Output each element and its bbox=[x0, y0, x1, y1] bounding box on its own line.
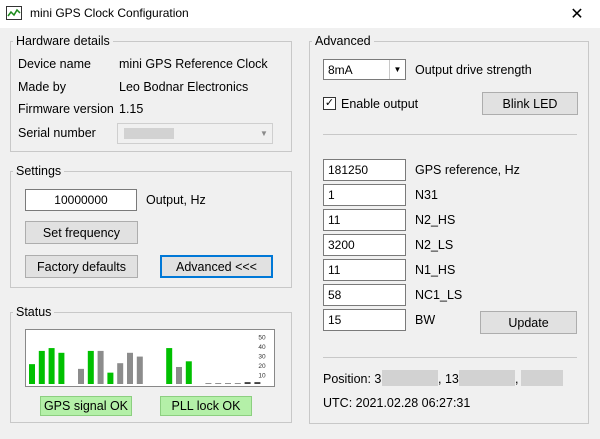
made-by-label: Made by bbox=[18, 80, 66, 94]
signal-bar bbox=[117, 363, 124, 384]
utc-time: UTC: 2021.02.28 06:27:31 bbox=[323, 396, 471, 410]
output-hz-label: Output, Hz bbox=[146, 193, 206, 207]
signal-bar bbox=[176, 366, 182, 384]
separator bbox=[323, 134, 577, 135]
made-by-value: Leo Bodnar Electronics bbox=[119, 80, 249, 94]
device-name-label: Device name bbox=[18, 57, 91, 71]
signal-bar bbox=[38, 350, 45, 384]
y-tick-label: 20 bbox=[258, 363, 266, 370]
param-input[interactable]: 15 bbox=[323, 309, 406, 331]
position-separator-2: , bbox=[515, 372, 519, 386]
param-label: GPS reference, Hz bbox=[415, 163, 520, 177]
signal-bar bbox=[254, 382, 261, 384]
set-frequency-button[interactable]: Set frequency bbox=[25, 221, 138, 244]
param-input[interactable]: 181250 bbox=[323, 159, 406, 181]
gps-signal-status: GPS signal OK bbox=[40, 396, 132, 416]
param-label: N1_HS bbox=[415, 263, 456, 277]
chevron-down-icon: ▼ bbox=[260, 129, 268, 138]
hardware-details-title: Hardware details bbox=[16, 34, 110, 48]
title-bar: mini GPS Clock Configuration ✕ bbox=[0, 0, 600, 28]
signal-bar bbox=[78, 368, 84, 384]
blink-led-button[interactable]: Blink LED bbox=[482, 92, 578, 115]
device-name-value: mini GPS Reference Clock bbox=[119, 57, 268, 71]
param-label: N2_HS bbox=[415, 213, 456, 227]
position-redacted-alt bbox=[521, 370, 563, 386]
enable-output-checkbox[interactable]: ✓ bbox=[323, 97, 336, 110]
signal-bar bbox=[225, 383, 231, 384]
param-input[interactable]: 58 bbox=[323, 284, 406, 306]
drive-strength-dropdown[interactable]: 8mA ▼ bbox=[323, 59, 406, 80]
advanced-toggle-button[interactable]: Advanced <<< bbox=[160, 255, 273, 278]
firmware-label: Firmware version bbox=[18, 102, 114, 116]
param-input[interactable]: 11 bbox=[323, 259, 406, 281]
chevron-down-icon: ▼ bbox=[389, 60, 405, 79]
signal-bar bbox=[87, 350, 94, 384]
position-label: Position: 3 bbox=[323, 372, 382, 386]
signal-bar bbox=[58, 352, 65, 384]
signal-bar bbox=[48, 348, 55, 384]
signal-bar bbox=[166, 348, 173, 384]
window-title: mini GPS Clock Configuration bbox=[30, 6, 189, 20]
param-input[interactable]: 3200 bbox=[323, 234, 406, 256]
param-label: N31 bbox=[415, 188, 438, 202]
position-separator-1: , 13 bbox=[438, 372, 459, 386]
y-tick-label: 50 bbox=[258, 335, 266, 342]
param-label: NC1_LS bbox=[415, 288, 463, 302]
separator bbox=[323, 357, 577, 358]
app-icon bbox=[6, 6, 22, 20]
signal-bar bbox=[234, 383, 241, 384]
signal-bar bbox=[205, 383, 212, 384]
signal-bar bbox=[29, 364, 35, 384]
y-tick-label: 30 bbox=[258, 354, 266, 361]
signal-bar bbox=[185, 361, 192, 384]
drive-strength-value: 8mA bbox=[328, 63, 353, 77]
pll-lock-status: PLL lock OK bbox=[160, 396, 252, 416]
update-button[interactable]: Update bbox=[480, 311, 577, 334]
param-input[interactable]: 11 bbox=[323, 209, 406, 231]
signal-bar bbox=[127, 352, 133, 384]
param-input[interactable]: 1 bbox=[323, 184, 406, 206]
serial-number-dropdown[interactable]: ▼ bbox=[117, 123, 273, 144]
enable-output-label: Enable output bbox=[341, 97, 419, 111]
signal-chart-svg: 50 40 30 20 10 bbox=[29, 335, 266, 384]
signal-chart: 50 40 30 20 10 bbox=[25, 329, 275, 387]
y-tick-label: 10 bbox=[258, 373, 266, 380]
drive-strength-label: Output drive strength bbox=[415, 63, 532, 77]
output-frequency-input[interactable]: 10000000 bbox=[25, 189, 137, 211]
y-tick-label: 40 bbox=[258, 344, 266, 351]
serial-number-label: Serial number bbox=[18, 126, 96, 140]
signal-bar bbox=[136, 356, 143, 384]
param-label: BW bbox=[415, 313, 436, 327]
param-label: N2_LS bbox=[415, 238, 454, 252]
signal-bar bbox=[215, 383, 222, 384]
serial-redacted bbox=[124, 128, 174, 139]
position-redacted-lat bbox=[382, 370, 438, 386]
signal-bar bbox=[244, 382, 251, 384]
close-icon[interactable]: ✕ bbox=[554, 0, 600, 28]
signal-bar bbox=[107, 372, 114, 384]
firmware-value: 1.15 bbox=[119, 102, 144, 116]
settings-title: Settings bbox=[16, 164, 62, 178]
factory-defaults-button[interactable]: Factory defaults bbox=[25, 255, 138, 278]
status-title: Status bbox=[16, 305, 52, 319]
advanced-title: Advanced bbox=[315, 34, 371, 48]
signal-bar bbox=[97, 350, 104, 384]
position-redacted-lon bbox=[459, 370, 515, 386]
